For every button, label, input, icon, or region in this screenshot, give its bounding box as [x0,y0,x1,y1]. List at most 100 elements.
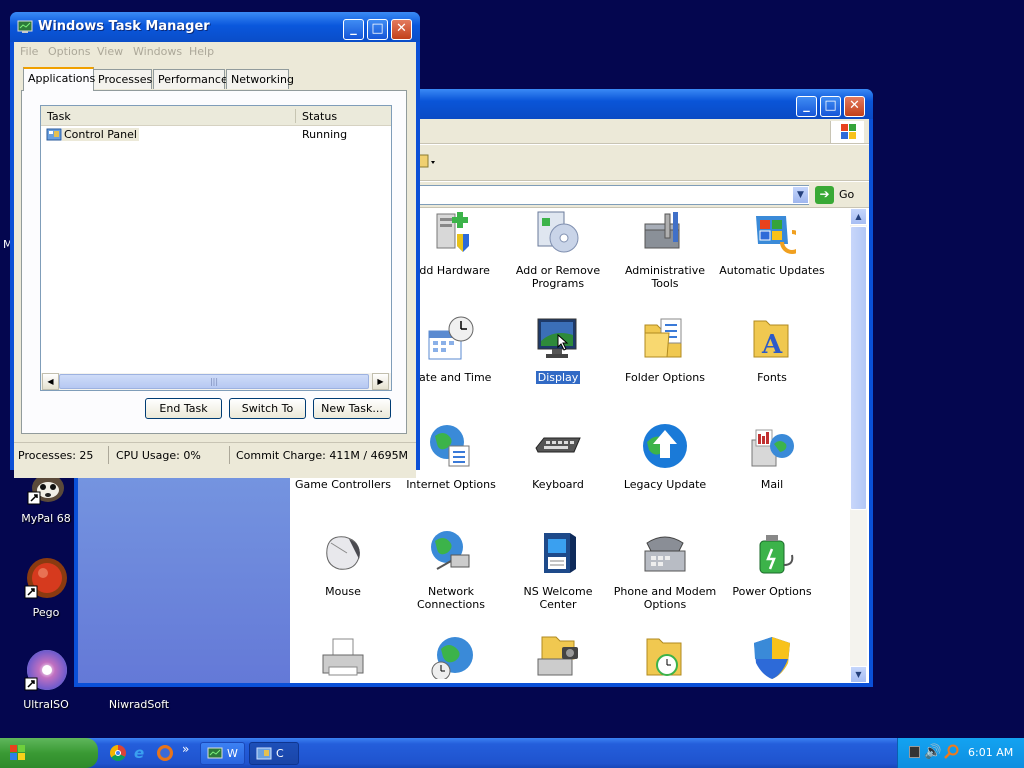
control-panel-item-label: Mail [760,478,784,491]
horizontal-scrollbar[interactable]: ◀ ||| ▶ [41,373,391,390]
clock[interactable]: 6:01 AM [968,746,1013,759]
control-panel-item[interactable]: A Fonts [718,315,826,384]
tray-app-icon[interactable] [909,746,920,758]
display-icon [534,315,582,363]
chrome-icon[interactable] [110,745,126,761]
control-panel-item[interactable]: Automatic Updates [718,208,826,277]
minimize-button[interactable]: _ [796,96,817,117]
menu-windows[interactable]: Windows [133,45,182,58]
regional-icon[interactable] [427,633,475,679]
column-header-task[interactable]: Task [47,110,297,123]
tab-applications[interactable]: Applications [23,67,95,91]
close-button[interactable]: ✕ [391,19,412,40]
scroll-thumb[interactable] [850,226,867,510]
menu-options[interactable]: Options [48,45,90,58]
task-name: Control Panel [62,128,139,141]
control-panel-icon [256,747,272,761]
taskbar-button-control-panel[interactable]: C [249,742,299,765]
control-panel-item-label: Display [535,371,581,384]
control-panel-item[interactable]: Keyboard [504,422,612,491]
menu-help[interactable]: Help [189,45,214,58]
control-panel-item[interactable]: Mouse [289,529,397,598]
ultraiso-icon [23,648,69,694]
desktop-icon-label: NiwradSoft [108,698,170,711]
scheduled-tasks-icon[interactable] [641,633,689,679]
quick-launch: e » [106,742,196,765]
control-panel-item[interactable]: Power Options [718,529,826,598]
table-row[interactable]: Control Panel Running [43,127,389,145]
control-panel-item[interactable]: Folder Options [611,315,719,384]
control-panel-item[interactable]: Administrative Tools [611,208,719,290]
tab-performance[interactable]: Performance [153,69,228,89]
security-center-icon[interactable] [748,633,796,679]
maximize-button[interactable]: □ [367,19,388,40]
switch-to-button[interactable]: Switch To [229,398,306,419]
system-tray: 🔊 6:01 AM [897,738,1024,768]
volume-icon[interactable]: 🔊 [924,744,941,760]
tab-networking[interactable]: Networking [226,69,294,89]
status-cpu-usage: CPU Usage: 0% [116,449,201,462]
control-panel-item-label: Power Options [732,585,812,598]
column-header-status[interactable]: Status [302,110,337,123]
control-panel-item[interactable]: Mail [718,422,826,491]
list-header: Task Status [41,106,391,126]
control-panel-item[interactable]: NS Welcome Center [504,529,612,611]
network-connections-icon [427,529,475,577]
control-panel-item-label: Internet Options [406,478,496,491]
end-task-button[interactable]: End Task [145,398,222,419]
mouse-icon [319,529,367,577]
status-processes: Processes: 25 [18,449,94,462]
new-task-button[interactable]: New Task... [313,398,391,419]
go-button[interactable]: Go [839,188,854,201]
control-panel-item[interactable]: Legacy Update [611,422,719,491]
pego-icon [23,556,69,602]
scanner-icon[interactable] [534,633,582,679]
printer-icon[interactable] [319,633,367,679]
task-manager-app-icon [17,20,33,34]
address-input[interactable] [414,185,809,205]
control-panel-item[interactable]: Network Connections [397,529,505,611]
control-panel-icon [46,128,62,142]
control-panel-item[interactable]: Display [504,315,612,384]
scroll-down-button[interactable]: ▼ [850,666,867,683]
close-button[interactable]: ✕ [844,96,865,117]
control-panel-item-label: Mouse [325,585,361,598]
control-panel-item-label: NS Welcome Center [523,585,593,611]
task-list[interactable]: Task Status Control Panel Running ◀ ||| … [40,105,392,391]
control-panel-item-label: Fonts [757,371,787,384]
menubar: File Options View Windows Help [14,42,416,62]
control-panel-item[interactable]: Phone and Modem Options [611,529,719,611]
quick-launch-chevron[interactable]: » [182,742,189,756]
windows-flag-icon [8,744,28,762]
go-arrow-icon[interactable]: ➔ [815,186,834,204]
power-options-icon [748,529,796,577]
window-title: Windows Task Manager [38,19,210,34]
windows-logo-icon [830,121,864,143]
administrative-tools-icon [641,208,689,256]
internet-explorer-icon[interactable]: e [134,745,150,761]
taskbar-button-task-manager[interactable]: W [200,742,245,765]
status-bar: Processes: 25 CPU Usage: 0% Commit Charg… [14,442,416,466]
scroll-left-button[interactable]: ◀ [42,373,59,390]
search-icon[interactable] [944,744,960,760]
control-panel-item-label: Phone and Modem Options [613,585,717,611]
menu-file[interactable]: File [20,45,38,58]
task-status: Running [302,128,348,141]
address-dropdown-button[interactable]: ▼ [792,186,809,204]
menu-view[interactable]: View [97,45,123,58]
vertical-scrollbar[interactable]: ▲ ▼ [850,208,867,683]
control-panel-item[interactable]: Add or Remove Programs [504,208,612,290]
maximize-button[interactable]: □ [820,96,841,117]
firefox-icon[interactable] [157,745,173,761]
scroll-thumb[interactable]: ||| [59,374,369,389]
tab-processes[interactable]: Processes [93,69,152,89]
control-panel-item-label: Keyboard [532,478,584,491]
automatic-updates-icon [748,208,804,256]
start-button[interactable] [0,738,98,768]
scroll-up-button[interactable]: ▲ [850,208,867,225]
minimize-button[interactable]: _ [343,19,364,40]
scroll-right-button[interactable]: ▶ [372,373,389,390]
taskbar-button-label: C [276,747,284,760]
taskbar-button-label: W [227,747,238,760]
task-manager-window[interactable]: Windows Task Manager _ □ ✕ File Options … [10,12,420,478]
